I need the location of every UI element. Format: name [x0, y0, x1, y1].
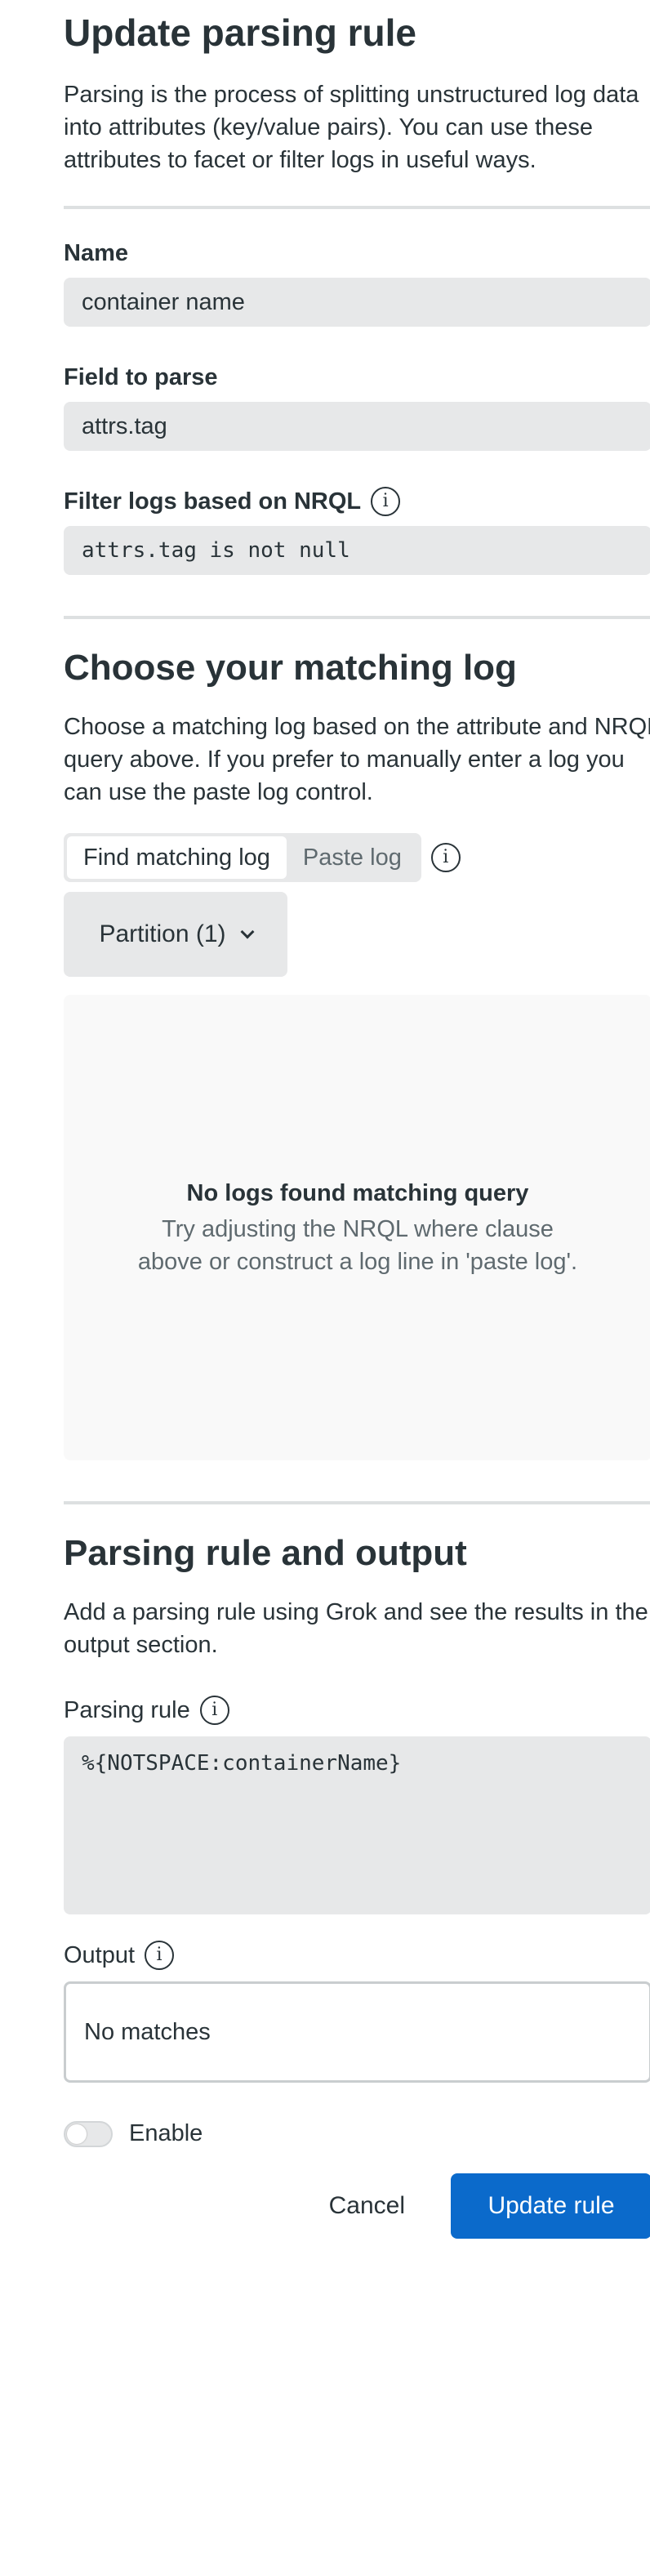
parsing-rule-label: Parsing rule i [64, 1696, 586, 1725]
field-to-parse-field[interactable]: attrs.tag [64, 402, 650, 451]
output-value: No matches [84, 2018, 211, 2045]
matching-log-title: Choose your matching log [64, 648, 517, 688]
filter-nrql-value: attrs.tag is not null [82, 538, 350, 563]
tab-paste-log[interactable]: Paste log [287, 836, 418, 879]
matching-log-segmented-control: Find matching log Paste log [64, 833, 421, 882]
matching-log-description: Choose a matching log based on the attri… [64, 714, 650, 805]
filter-nrql-label-text: Filter logs based on NRQL [64, 488, 362, 515]
field-to-parse-value: attrs.tag [82, 412, 167, 439]
empty-state-title: No logs found matching query [186, 1180, 529, 1206]
filter-nrql-label: Filter logs based on NRQL i [64, 487, 586, 516]
parsing-rule-description: Add a parsing rule using Grok and see th… [64, 1599, 648, 1658]
chevron-down-icon [240, 925, 255, 939]
update-rule-button[interactable]: Update rule [451, 2173, 650, 2239]
name-field-value: container name [82, 288, 245, 315]
filter-nrql-field[interactable]: attrs.tag is not null [64, 526, 650, 575]
partition-label: Partition (1) [99, 920, 226, 947]
page-intro: Parsing is the process of splitting unst… [64, 82, 639, 173]
tab-find-matching-log[interactable]: Find matching log [67, 836, 287, 879]
info-icon[interactable]: i [145, 1941, 175, 1970]
empty-state-text: Try adjusting the NRQL where clause abov… [137, 1216, 578, 1275]
cancel-button[interactable]: Cancel [323, 2192, 412, 2220]
update-parsing-rule-page: Update parsing rule Parsing is the proce… [0, 0, 650, 2239]
enable-label: Enable [129, 2120, 203, 2146]
parsing-rule-editor[interactable]: %{NOTSPACE:containerName} [64, 1736, 650, 1914]
partition-dropdown-button[interactable]: Partition (1) [64, 892, 287, 977]
page-title: Update parsing rule [64, 11, 416, 54]
name-field[interactable]: container name [64, 278, 650, 327]
name-label-text: Name [64, 240, 128, 266]
enable-toggle[interactable] [64, 2120, 113, 2147]
divider [64, 616, 650, 619]
parsing-rule-title: Parsing rule and output [64, 1533, 467, 1573]
info-icon[interactable]: i [430, 843, 461, 872]
info-icon[interactable]: i [199, 1696, 229, 1725]
matching-log-controls: Find matching log Paste log i [64, 833, 586, 882]
matching-log-empty-state: No logs found matching query Try adjusti… [64, 995, 650, 1460]
divider [64, 1501, 650, 1504]
toggle-knob [67, 2124, 87, 2144]
info-icon[interactable]: i [371, 487, 401, 516]
field-to-parse-label: Field to parse [64, 363, 586, 392]
field-to-parse-label-text: Field to parse [64, 364, 218, 390]
output-box: No matches [64, 1981, 650, 2083]
divider [64, 206, 650, 209]
output-label: Output i [64, 1941, 586, 1970]
form-actions: Cancel Update rule [64, 2173, 650, 2239]
output-label-text: Output [64, 1942, 136, 1968]
parsing-rule-value: %{NOTSPACE:containerName} [82, 1751, 402, 1776]
parsing-rule-label-text: Parsing rule [64, 1697, 190, 1723]
name-label: Name [64, 238, 586, 268]
enable-toggle-row: Enable [64, 2120, 586, 2147]
